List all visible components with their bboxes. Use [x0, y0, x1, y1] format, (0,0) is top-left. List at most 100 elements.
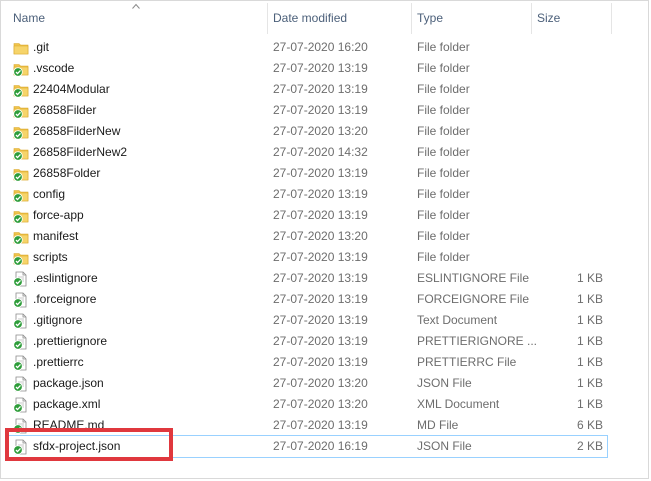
file-row[interactable]: .git 27-07-2020 16:20 File folder [7, 37, 607, 58]
file-name: .gitignore [33, 313, 83, 327]
file-size: 1 KB [576, 334, 603, 348]
file-size [537, 79, 603, 100]
file-size: 1 KB [576, 376, 603, 390]
file-name: 22404Modular [33, 82, 110, 96]
file-type: JSON File [417, 376, 472, 390]
file-date-modified: 27-07-2020 13:19 [273, 271, 368, 285]
file-row[interactable]: .prettierignore 27-07-2020 13:19 PRETTIERI… [7, 331, 607, 352]
file-size [537, 142, 603, 163]
file-row[interactable]: .eslintignore 27-07-2020 13:19 ESLINTIGNOR… [7, 268, 607, 289]
file-row[interactable]: .vscode 27-07-2020 13:19 File folder [7, 58, 607, 79]
file-date-modified: 27-07-2020 16:20 [273, 40, 368, 54]
file-type: MD File [417, 418, 459, 432]
file-row[interactable]: .prettierrc 27-07-2020 13:19 PRETTIERRC Fi… [7, 352, 607, 373]
file-name: package.xml [33, 397, 101, 411]
file-synced-icon [13, 271, 27, 287]
column-header-date-label: Date modified [273, 11, 348, 25]
folder-synced-icon [13, 85, 29, 98]
file-type: File folder [417, 82, 470, 96]
column-header-bar: Name Date modified Type Size [1, 1, 621, 34]
file-size: 2 KB [576, 439, 603, 453]
column-header-type-label: Type [417, 11, 444, 25]
file-size [537, 205, 603, 226]
file-date-modified: 27-07-2020 13:19 [273, 334, 368, 348]
file-row[interactable]: 26858FilderNew 27-07-2020 13:20 File folde… [7, 121, 607, 142]
folder-synced-icon [13, 169, 29, 182]
file-type: File folder [417, 124, 470, 138]
file-row[interactable]: 22404Modular 27-07-2020 13:19 File folder [7, 79, 607, 100]
file-date-modified: 27-07-2020 13:19 [273, 166, 368, 180]
folder-synced-icon [13, 253, 29, 266]
file-name: .prettierrc [33, 355, 84, 369]
column-header-size-label: Size [537, 11, 561, 25]
file-size [537, 100, 603, 121]
file-name: 26858FilderNew [33, 124, 121, 138]
file-synced-icon [13, 376, 27, 392]
file-date-modified: 27-07-2020 13:19 [273, 208, 368, 222]
file-synced-icon [13, 313, 27, 329]
file-date-modified: 27-07-2020 13:19 [273, 187, 368, 201]
file-size: 1 KB [576, 397, 603, 411]
file-size: 1 KB [576, 355, 603, 369]
file-size [537, 247, 603, 268]
file-row[interactable]: .gitignore 27-07-2020 13:19 Text Document 1… [7, 310, 607, 331]
file-name: scripts [33, 250, 68, 264]
file-size [537, 58, 603, 79]
file-type: XML Document [417, 397, 500, 411]
file-row[interactable]: package.json 27-07-2020 13:20 JSON File 1 K… [7, 373, 607, 394]
file-date-modified: 27-07-2020 13:19 [273, 103, 368, 117]
file-type: Text Document [417, 313, 498, 327]
column-header-date[interactable]: Date modified [267, 1, 411, 34]
file-type: File folder [417, 103, 470, 117]
file-date-modified: 27-07-2020 13:19 [273, 61, 368, 75]
file-synced-icon [13, 292, 27, 308]
file-row[interactable]: package.xml 27-07-2020 13:20 XML Document 1… [7, 394, 607, 415]
file-synced-icon [13, 355, 27, 371]
column-header-size[interactable]: Size [531, 1, 611, 34]
folder-synced-icon [13, 106, 29, 119]
folder-synced-icon [13, 232, 29, 245]
sort-ascending-icon [132, 3, 140, 9]
file-date-modified: 27-07-2020 13:19 [273, 292, 368, 306]
column-header-type[interactable]: Type [411, 1, 531, 34]
file-row[interactable]: .forceignore 27-07-2020 13:19 FORCEIGNORE … [7, 289, 607, 310]
folder-synced-icon [13, 211, 29, 224]
file-type: FORCEIGNORE File [417, 292, 530, 306]
file-name: 26858FilderNew2 [33, 145, 128, 159]
folder-synced-icon [13, 127, 29, 140]
file-name: .vscode [33, 61, 75, 75]
file-size: 1 KB [576, 271, 603, 285]
file-row[interactable]: 26858Folder 27-07-2020 13:19 File folder [7, 163, 607, 184]
folder-icon [13, 43, 29, 55]
file-size [537, 184, 603, 205]
file-date-modified: 27-07-2020 13:20 [273, 229, 368, 243]
file-row[interactable]: force-app 27-07-2020 13:19 File folder [7, 205, 607, 226]
explorer-file-list: Name Date modified Type Size .git 27-07-2… [0, 0, 649, 479]
file-name: manifest [33, 229, 79, 243]
file-row[interactable]: 26858Filder 27-07-2020 13:19 File folder [7, 100, 607, 121]
file-synced-icon [13, 334, 27, 350]
file-name: .prettierignore [33, 334, 108, 348]
file-type: File folder [417, 250, 470, 264]
file-type: File folder [417, 166, 470, 180]
folder-synced-icon [13, 190, 29, 203]
file-type: File folder [417, 40, 470, 54]
file-row[interactable]: config 27-07-2020 13:19 File folder [7, 184, 607, 205]
file-name: .git [33, 40, 50, 54]
column-divider[interactable] [611, 3, 612, 34]
file-type: File folder [417, 61, 470, 75]
file-row[interactable]: 26858FilderNew2 27-07-2020 14:32 File fold… [7, 142, 607, 163]
file-type: PRETTIERRC File [417, 355, 517, 369]
file-date-modified: 27-07-2020 13:19 [273, 313, 368, 327]
file-name: 26858Folder [33, 166, 101, 180]
file-date-modified: 27-07-2020 13:20 [273, 124, 368, 138]
file-row[interactable]: manifest 27-07-2020 13:20 File folder [7, 226, 607, 247]
annotation-highlight-box [5, 428, 173, 461]
file-date-modified: 27-07-2020 13:20 [273, 376, 368, 390]
file-date-modified: 27-07-2020 16:19 [273, 439, 368, 453]
file-type: File folder [417, 145, 470, 159]
file-name: 26858Filder [33, 103, 97, 117]
file-row[interactable]: scripts 27-07-2020 13:19 File folder [7, 247, 607, 268]
file-date-modified: 27-07-2020 14:32 [273, 145, 368, 159]
file-size: 1 KB [576, 313, 603, 327]
